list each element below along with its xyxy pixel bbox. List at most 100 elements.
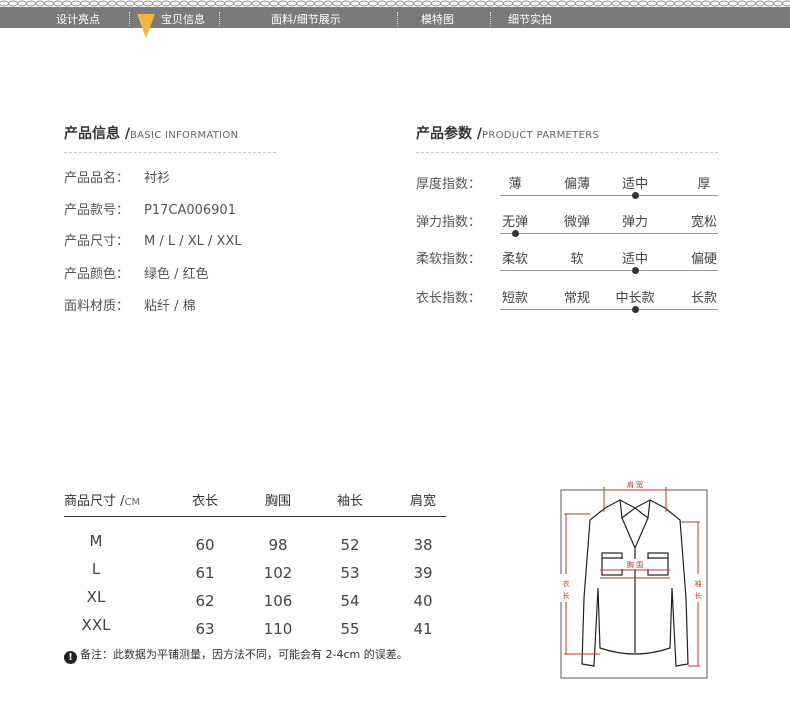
exclamation-icon: ! [64,651,77,664]
chain-link [188,0,198,7]
chain-link [143,0,153,7]
param-option: 薄 [508,177,522,192]
chain-link [701,0,711,7]
param-level-dot [632,306,639,313]
size-value-cell: 52 [340,536,360,554]
size-value-cell: 55 [340,620,360,638]
size-value-cell: 60 [195,536,215,554]
chain-link [728,0,738,7]
chain-link [17,0,27,7]
product-info-title-cn: 产品信息 / [64,126,130,142]
chain-link [98,0,108,7]
size-cell: XL [86,588,106,606]
product-info-title: 产品信息 /BASIC INFORMATION [64,123,238,143]
info-label: 产品款号： [64,203,130,218]
chain-link [341,0,351,7]
param-scale-line [500,270,718,271]
nav-tab-model[interactable]: 模特图 [421,11,454,27]
info-label: 产品颜色： [64,267,130,282]
chain-link [107,0,117,7]
chain-link [638,0,648,7]
chain-link [674,0,684,7]
chain-link [476,0,486,7]
chain-link [602,0,612,7]
chain-link [584,0,594,7]
chain-link [323,0,333,7]
table-divider [64,516,446,517]
param-scale-line [500,195,718,196]
param-option: 微弹 [563,215,591,230]
chain-link [665,0,675,7]
active-tab-arrow-icon [137,14,155,38]
param-option: 短款 [501,291,529,306]
param-option: 弹力 [621,215,649,230]
size-value-cell: 61 [195,564,215,582]
nav-tab-design[interactable]: 设计亮点 [56,11,100,27]
chain-link [737,0,747,7]
chain-link [395,0,405,7]
param-level-dot [512,230,519,237]
param-label: 柔软指数： [416,252,482,267]
chain-link [368,0,378,7]
size-note: ! 备注：此数据为平铺测量，因方法不同，可能会有 2-4cm 的误差。 [64,646,408,664]
size-value-cell: 110 [263,620,293,638]
product-info-title-en: BASIC INFORMATION [130,130,239,141]
size-cell: M [89,532,103,550]
info-row-color: 产品颜色： 绿色 / 红色 [64,263,209,282]
chain-link [179,0,189,7]
param-option: 偏薄 [563,177,591,192]
nav-separator [397,12,398,26]
chain-link [422,0,432,7]
shirt-icon [581,499,689,667]
chain-link [755,0,765,7]
chain-link [332,0,342,7]
chain-link [530,0,540,7]
chain-link [260,0,270,7]
param-option: 无弹 [501,215,529,230]
product-params-title-cn: 产品参数 / [416,126,482,142]
size-value-cell: 39 [413,564,433,582]
info-row-name: 产品品名： 衬衫 [64,167,170,186]
size-value-cell: 54 [340,592,360,610]
shoulder-label: 肩 宽 [627,480,643,489]
size-value-cell: 63 [195,620,215,638]
nav-tab-product-info[interactable]: 宝贝信息 [161,11,205,27]
nav-tab-detail-photos[interactable]: 细节实拍 [508,11,552,27]
chain-link [404,0,414,7]
chain-link [197,0,207,7]
info-value: 绿色 / 红色 [144,267,209,282]
nav-separator [219,12,220,26]
param-level-dot [632,192,639,199]
param-label: 衣长指数： [416,291,482,306]
size-value-cell: 38 [413,536,433,554]
chain-link [251,0,261,7]
chain-link [170,0,180,7]
nav-separator [490,12,491,26]
chain-link [413,0,423,7]
chain-link [116,0,126,7]
info-value: 衬衫 [144,171,171,186]
param-option: 偏硬 [690,252,718,267]
chain-link [692,0,702,7]
chain-link [0,0,9,7]
length-label-1: 衣 [563,579,570,588]
size-table-header: 袖长 [336,494,364,509]
chain-link [710,0,720,7]
chain-link [386,0,396,7]
chain-link [593,0,603,7]
chain-link [161,0,171,7]
nav-tab-fabric-details[interactable]: 面料/细节展示 [271,11,341,27]
size-value-cell: 106 [263,592,293,610]
chain-link [611,0,621,7]
chain-link [89,0,99,7]
size-header-label: 商品尺寸 / [64,494,125,509]
param-option: 柔软 [501,252,529,267]
chain-link [512,0,522,7]
chain-link [566,0,576,7]
param-option: 常规 [563,291,591,306]
chain-link [377,0,387,7]
chain-link [620,0,630,7]
size-table-header: 肩宽 [409,494,437,509]
param-option: 厚 [697,177,711,192]
chain-link [467,0,477,7]
